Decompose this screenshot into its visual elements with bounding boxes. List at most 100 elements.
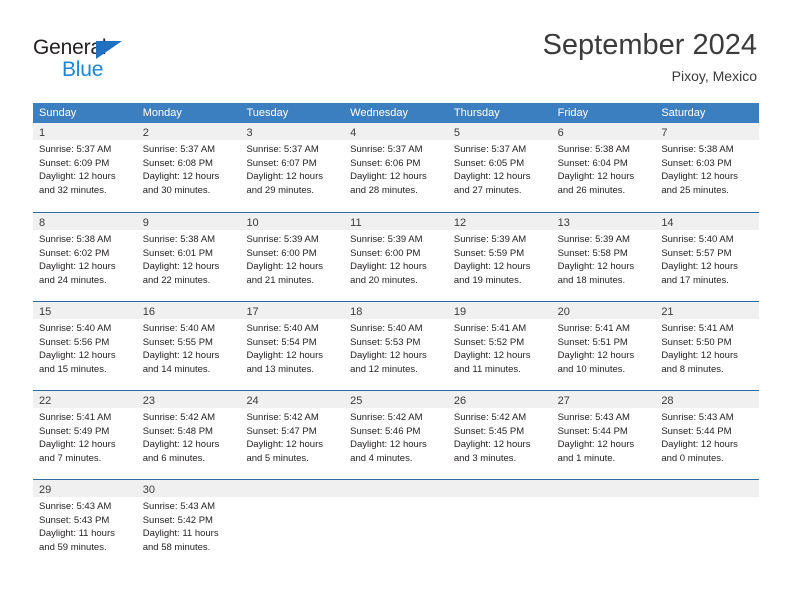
day-cell[interactable]: 5 Sunrise: 5:37 AM Sunset: 6:05 PM Dayli…	[447, 123, 552, 212]
day-cell-empty	[447, 480, 552, 568]
daylight-text-line1: Daylight: 12 hours	[39, 350, 116, 361]
day-details: Sunrise: 5:40 AM Sunset: 5:53 PM Dayligh…	[344, 319, 448, 376]
day-cell[interactable]: 7 Sunrise: 5:38 AM Sunset: 6:03 PM Dayli…	[655, 123, 760, 212]
sunset-text: Sunset: 5:48 PM	[142, 425, 213, 437]
day-cell[interactable]: 29 Sunrise: 5:43 AM Sunset: 5:43 PM Dayl…	[33, 480, 137, 568]
sunrise-text: Sunrise: 5:39 AM	[453, 234, 527, 245]
logo-triangle-icon	[96, 41, 122, 59]
day-number-band: 18	[344, 302, 448, 319]
day-number: 11	[350, 217, 362, 229]
page-header: General Blue September 2024 Pixoy, Mexic…	[0, 0, 792, 100]
daylight-text-line1: Daylight: 12 hours	[350, 261, 427, 272]
day-number: 18	[350, 306, 363, 318]
daylight-text-line2: and 32 minutes.	[39, 184, 107, 196]
day-cell[interactable]: 22 Sunrise: 5:41 AM Sunset: 5:49 PM Dayl…	[33, 391, 137, 479]
daylight-text-line1: Daylight: 12 hours	[453, 171, 531, 182]
day-cell[interactable]: 11 Sunrise: 5:39 AM Sunset: 6:00 PM Dayl…	[344, 213, 448, 301]
day-number: 3	[246, 127, 253, 139]
daylight-text-line1: Daylight: 12 hours	[453, 261, 531, 272]
day-cell[interactable]: 8 Sunrise: 5:38 AM Sunset: 6:02 PM Dayli…	[33, 213, 137, 301]
day-details: Sunrise: 5:41 AM Sunset: 5:51 PM Dayligh…	[552, 319, 656, 376]
day-cell[interactable]: 16 Sunrise: 5:40 AM Sunset: 5:55 PM Dayl…	[136, 302, 241, 390]
daylight-text-line1: Daylight: 12 hours	[246, 171, 324, 182]
sunrise-text: Sunrise: 5:40 AM	[350, 323, 423, 334]
day-number: 7	[661, 127, 668, 139]
weekday-header-tuesday: Tuesday	[246, 107, 289, 119]
day-cell[interactable]: 30 Sunrise: 5:43 AM Sunset: 5:42 PM Dayl…	[136, 480, 241, 568]
sunset-text: Sunset: 6:04 PM	[557, 157, 628, 169]
sunset-text: Sunset: 6:03 PM	[661, 157, 732, 169]
day-cell[interactable]: 3 Sunrise: 5:37 AM Sunset: 6:07 PM Dayli…	[240, 123, 345, 212]
sunrise-text: Sunrise: 5:37 AM	[246, 144, 319, 155]
day-details: Sunrise: 5:37 AM Sunset: 6:09 PM Dayligh…	[33, 140, 137, 197]
sunset-text: Sunset: 5:43 PM	[39, 514, 110, 526]
day-number-band: 2	[136, 123, 241, 140]
daylight-text-line1: Daylight: 12 hours	[39, 261, 116, 272]
day-cell[interactable]: 1 Sunrise: 5:37 AM Sunset: 6:09 PM Dayli…	[33, 123, 137, 212]
day-cell[interactable]: 19 Sunrise: 5:41 AM Sunset: 5:52 PM Dayl…	[447, 302, 552, 390]
day-number: 21	[661, 306, 674, 318]
daylight-text-line2: and 4 minutes.	[350, 452, 413, 464]
day-cell[interactable]: 25 Sunrise: 5:42 AM Sunset: 5:46 PM Dayl…	[344, 391, 448, 479]
day-number-band: 1	[33, 123, 137, 140]
day-number-band: 27	[551, 391, 656, 408]
day-details: Sunrise: 5:41 AM Sunset: 5:49 PM Dayligh…	[33, 408, 137, 465]
sunset-text: Sunset: 6:01 PM	[142, 247, 213, 259]
day-cell[interactable]: 10 Sunrise: 5:39 AM Sunset: 6:00 PM Dayl…	[240, 213, 345, 301]
day-details: Sunrise: 5:41 AM Sunset: 5:52 PM Dayligh…	[448, 319, 552, 376]
day-cell[interactable]: 18 Sunrise: 5:40 AM Sunset: 5:53 PM Dayl…	[344, 302, 448, 390]
day-cell[interactable]: 27 Sunrise: 5:43 AM Sunset: 5:44 PM Dayl…	[551, 391, 656, 479]
daylight-text-line2: and 10 minutes.	[557, 363, 626, 375]
daylight-text-line1: Daylight: 12 hours	[661, 171, 738, 182]
daylight-text-line1: Daylight: 12 hours	[350, 350, 427, 361]
day-number-band: 17	[240, 302, 345, 319]
day-cell[interactable]: 14 Sunrise: 5:40 AM Sunset: 5:57 PM Dayl…	[655, 213, 760, 301]
day-details: Sunrise: 5:38 AM Sunset: 6:02 PM Dayligh…	[33, 230, 137, 287]
week-row: 15 Sunrise: 5:40 AM Sunset: 5:56 PM Dayl…	[33, 301, 760, 390]
day-cell[interactable]: 26 Sunrise: 5:42 AM Sunset: 5:45 PM Dayl…	[447, 391, 552, 479]
daylight-text-line1: Daylight: 12 hours	[142, 439, 220, 450]
sunrise-text: Sunrise: 5:37 AM	[453, 144, 527, 155]
sunrise-text: Sunrise: 5:41 AM	[453, 323, 527, 334]
sunset-text: Sunset: 5:49 PM	[39, 425, 110, 437]
sunset-text: Sunset: 5:44 PM	[557, 425, 628, 437]
day-details: Sunrise: 5:43 AM Sunset: 5:43 PM Dayligh…	[33, 497, 137, 554]
day-cell[interactable]: 9 Sunrise: 5:38 AM Sunset: 6:01 PM Dayli…	[136, 213, 241, 301]
day-cell-empty	[344, 480, 448, 568]
daylight-text-line1: Daylight: 12 hours	[246, 350, 324, 361]
day-cell[interactable]: 28 Sunrise: 5:43 AM Sunset: 5:44 PM Dayl…	[655, 391, 760, 479]
day-number: 27	[557, 395, 570, 407]
day-cell[interactable]: 23 Sunrise: 5:42 AM Sunset: 5:48 PM Dayl…	[136, 391, 241, 479]
day-cell[interactable]: 21 Sunrise: 5:41 AM Sunset: 5:50 PM Dayl…	[655, 302, 760, 390]
sunset-text: Sunset: 5:42 PM	[142, 514, 213, 526]
day-cell[interactable]: 4 Sunrise: 5:37 AM Sunset: 6:06 PM Dayli…	[344, 123, 448, 212]
day-number-band: 25	[344, 391, 448, 408]
day-cell[interactable]: 24 Sunrise: 5:42 AM Sunset: 5:47 PM Dayl…	[240, 391, 345, 479]
day-cell[interactable]: 20 Sunrise: 5:41 AM Sunset: 5:51 PM Dayl…	[551, 302, 656, 390]
day-cell[interactable]: 15 Sunrise: 5:40 AM Sunset: 5:56 PM Dayl…	[33, 302, 137, 390]
sunset-text: Sunset: 5:46 PM	[350, 425, 421, 437]
day-cell[interactable]: 6 Sunrise: 5:38 AM Sunset: 6:04 PM Dayli…	[551, 123, 656, 212]
daylight-text-line2: and 15 minutes.	[39, 363, 107, 375]
day-number-band: 15	[33, 302, 137, 319]
day-details: Sunrise: 5:38 AM Sunset: 6:04 PM Dayligh…	[552, 140, 656, 197]
day-cell[interactable]: 12 Sunrise: 5:39 AM Sunset: 5:59 PM Dayl…	[447, 213, 552, 301]
daylight-text-line1: Daylight: 12 hours	[557, 261, 635, 272]
day-number: 23	[142, 395, 155, 407]
day-details: Sunrise: 5:42 AM Sunset: 5:48 PM Dayligh…	[137, 408, 241, 465]
week-row: 29 Sunrise: 5:43 AM Sunset: 5:43 PM Dayl…	[33, 479, 760, 568]
day-number: 28	[661, 395, 674, 407]
day-details: Sunrise: 5:40 AM Sunset: 5:57 PM Dayligh…	[655, 230, 759, 287]
day-cell[interactable]: 13 Sunrise: 5:39 AM Sunset: 5:58 PM Dayl…	[551, 213, 656, 301]
day-cell-empty	[655, 480, 760, 568]
weekday-header-row: Sunday Monday Tuesday Wednesday Thursday…	[33, 103, 759, 123]
day-number-band	[447, 480, 552, 497]
day-number: 24	[246, 395, 259, 407]
sunset-text: Sunset: 5:50 PM	[661, 336, 732, 348]
day-cell[interactable]: 17 Sunrise: 5:40 AM Sunset: 5:54 PM Dayl…	[240, 302, 345, 390]
sunrise-text: Sunrise: 5:40 AM	[661, 234, 734, 245]
day-cell[interactable]: 2 Sunrise: 5:37 AM Sunset: 6:08 PM Dayli…	[136, 123, 241, 212]
daylight-text-line1: Daylight: 11 hours	[142, 528, 219, 539]
week-row: 1 Sunrise: 5:37 AM Sunset: 6:09 PM Dayli…	[33, 123, 760, 212]
day-number: 1	[39, 127, 46, 139]
